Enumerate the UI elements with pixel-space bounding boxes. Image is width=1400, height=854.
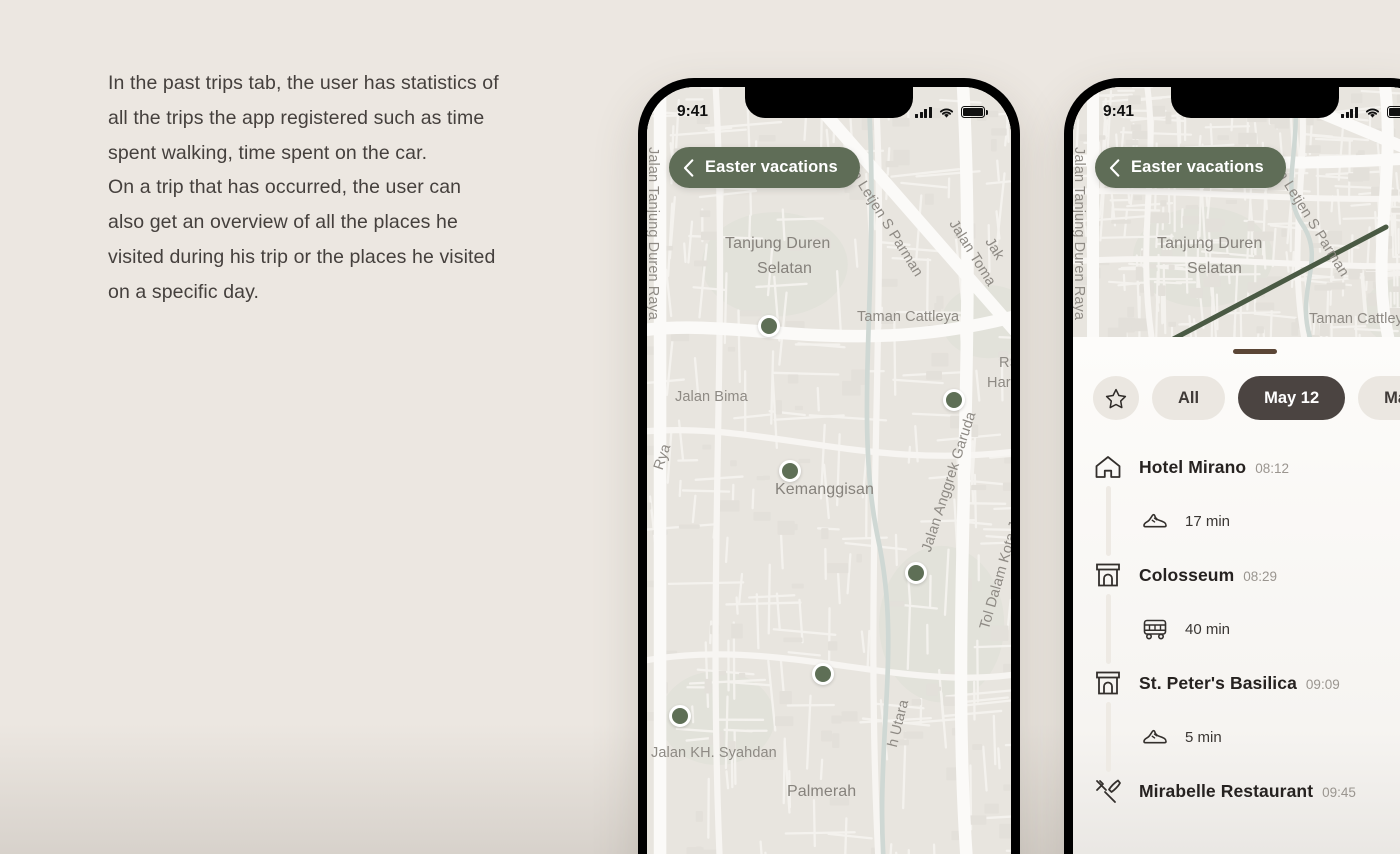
timeline-transit-row: 5 min <box>1093 702 1400 772</box>
cellular-bars-icon <box>1340 106 1358 118</box>
timeline-transit-row: 17 min <box>1093 486 1400 556</box>
map-place-marker[interactable] <box>812 663 834 685</box>
monument-arch-icon <box>1093 668 1123 698</box>
map-place-marker[interactable] <box>943 389 965 411</box>
star-icon <box>1105 388 1127 408</box>
device-notch <box>1171 87 1339 118</box>
back-button-label: Easter vacations <box>1131 158 1264 176</box>
timeline-place-time: 08:29 <box>1243 568 1278 584</box>
wifi-icon <box>939 107 954 118</box>
timeline-connector <box>1106 486 1111 556</box>
itinerary-sheet: AllMay 12May 13M Hotel Mirano08:12 17 mi… <box>1073 337 1400 854</box>
chevron-left-icon <box>1109 158 1120 177</box>
monument-arch-icon <box>1096 671 1120 695</box>
filter-pill-label: May 13 <box>1384 388 1400 407</box>
timeline-place-row[interactable]: St. Peter's Basilica 09:09 <box>1093 662 1400 704</box>
timeline-place-name: Hotel Mirano <box>1139 456 1247 477</box>
filter-pill-all[interactable]: All <box>1152 376 1226 420</box>
map-place-marker[interactable] <box>779 460 801 482</box>
phone-mockup-map-view: Jalan Tanjung Duren Raya Jalan Letjen S P… <box>638 78 1020 854</box>
timeline-place-name: Mirabelle Restaurant <box>1139 780 1314 801</box>
map-place-marker[interactable] <box>669 705 691 727</box>
sneaker-icon <box>1143 729 1167 744</box>
monument-arch-icon <box>1096 563 1120 587</box>
timeline-transit-row: 40 min <box>1093 594 1400 664</box>
sneaker-icon <box>1141 725 1169 749</box>
wifi-icon <box>1365 107 1380 118</box>
filter-pill-may-12[interactable]: May 12 <box>1238 376 1346 420</box>
cutlery-icon <box>1093 776 1123 806</box>
cutlery-icon <box>1096 779 1121 803</box>
timeline-place-name: Colosseum <box>1139 564 1235 585</box>
description-line: also get an overview of all the places h… <box>108 211 458 234</box>
description-line: on a specific day. <box>108 280 260 303</box>
bus-icon <box>1143 619 1167 640</box>
description-line: On a trip that has occurred, the user ca… <box>108 176 462 199</box>
cellular-bars-icon <box>914 106 932 118</box>
timeline-place-time: 09:09 <box>1305 676 1340 692</box>
filter-pill-may-13[interactable]: May 13 <box>1358 376 1400 420</box>
timeline-place-row[interactable]: Mirabelle Restaurant 09:45 <box>1093 770 1400 812</box>
timeline-connector <box>1106 594 1111 664</box>
timeline-transit-duration: 5 min <box>1185 728 1222 746</box>
sheet-drag-handle[interactable] <box>1233 349 1277 354</box>
timeline-place-time: 09:45 <box>1322 784 1356 800</box>
back-button-label: Easter vacations <box>705 158 838 176</box>
filter-favorites-button[interactable] <box>1093 376 1139 420</box>
battery-full-icon <box>1387 106 1400 118</box>
timeline-place-row[interactable]: Hotel Mirano 08:12 <box>1093 446 1400 488</box>
description-line: all the trips the app registered such as… <box>108 106 485 129</box>
status-time: 9:41 <box>1103 103 1135 120</box>
timeline-place-name: St. Peter's Basilica <box>1139 672 1297 693</box>
home-icon <box>1095 456 1121 478</box>
timeline-place-time: 08:12 <box>1255 460 1289 476</box>
map-place-marker[interactable] <box>758 315 780 337</box>
status-time: 9:41 <box>677 103 709 120</box>
filter-pill-label: All <box>1178 388 1200 407</box>
date-filter-bar[interactable]: AllMay 12May 13M <box>1073 376 1400 420</box>
description-line: visited during his trip or the places he… <box>108 245 496 268</box>
back-button-easter-vacations[interactable]: Easter vacations <box>669 147 860 188</box>
sneaker-icon <box>1143 513 1167 528</box>
phone-mockup-itinerary-view: Jalan Tanjung Duren Raya Jalan Letjen S P… <box>1064 78 1400 854</box>
screen-phone1: Jalan Tanjung Duren Raya Jalan Letjen S P… <box>647 87 1011 854</box>
description-line: In the past trips tab, the user has stat… <box>108 72 499 94</box>
filter-pill-label: May 12 <box>1264 388 1320 407</box>
timeline-transit-duration: 40 min <box>1185 620 1231 638</box>
back-button-easter-vacations[interactable]: Easter vacations <box>1095 147 1286 188</box>
itinerary-timeline: Hotel Mirano 08:12 17 min Colosseum 08:29 … <box>1073 446 1400 812</box>
map-place-marker[interactable] <box>905 562 927 584</box>
screen-phone2: Jalan Tanjung Duren Raya Jalan Letjen S P… <box>1073 87 1400 854</box>
map-canvas[interactable]: Jalan Tanjung Duren Raya Jalan Letjen S P… <box>647 87 1011 854</box>
sneaker-icon <box>1141 509 1169 533</box>
timeline-transit-duration: 17 min <box>1185 512 1231 530</box>
bus-icon <box>1141 617 1169 641</box>
home-icon <box>1093 452 1123 482</box>
device-notch <box>745 87 913 118</box>
monument-arch-icon <box>1093 560 1123 590</box>
timeline-connector <box>1106 702 1111 772</box>
description-text: In the past trips tab, the user has stat… <box>108 66 548 310</box>
chevron-left-icon <box>683 158 694 177</box>
description-line: spent walking, time spent on the car. <box>108 141 428 164</box>
battery-full-icon <box>961 106 988 118</box>
timeline-place-row[interactable]: Colosseum 08:29 <box>1093 554 1400 596</box>
